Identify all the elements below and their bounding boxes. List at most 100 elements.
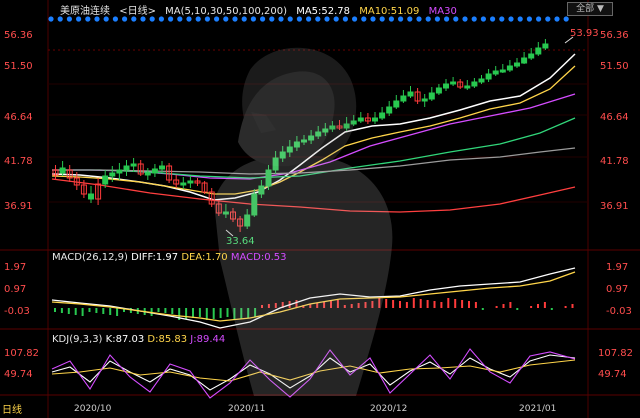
high-price-label: 53.93 xyxy=(570,28,599,39)
price-tick-left: 41.78 xyxy=(4,156,33,167)
macd-hist-bar xyxy=(95,308,98,313)
price-tick-left: 36.91 xyxy=(4,201,33,212)
daily-tab[interactable]: 日线 xyxy=(0,404,38,418)
candle-body xyxy=(130,163,137,167)
signal-dot xyxy=(480,16,486,22)
price-tick-left: 56.36 xyxy=(4,30,33,41)
macd-hist-bar xyxy=(502,304,505,308)
signal-dot xyxy=(453,16,459,22)
full-view-button[interactable]: 全部 ▼ xyxy=(567,2,613,16)
signal-dot xyxy=(131,16,137,22)
candle-body xyxy=(59,167,66,174)
macd-tick-left: 1.97 xyxy=(4,262,27,273)
signal-dot xyxy=(526,16,533,22)
signal-dot xyxy=(48,16,54,22)
macd-hist-bar xyxy=(564,306,567,308)
candle-body xyxy=(386,106,393,114)
macd-hist-bar xyxy=(198,308,201,317)
macd-tick-left: 0.97 xyxy=(4,284,27,295)
kdj-j: J:89.44 xyxy=(190,334,226,345)
macd-hist-bar xyxy=(205,308,208,320)
macd-hist-bar xyxy=(74,308,77,315)
signal-dot xyxy=(214,16,220,22)
candle-body xyxy=(435,87,442,94)
symbol-title: 美原油连续 xyxy=(60,6,110,17)
candle-body xyxy=(116,169,123,174)
macd-tick-left: -0.03 xyxy=(4,306,30,317)
time-label-3: 2020/12 xyxy=(370,404,408,414)
macd-hist-bar xyxy=(171,308,174,314)
candle-body xyxy=(478,78,485,83)
signal-dot xyxy=(444,16,450,22)
signal-dot xyxy=(66,16,72,22)
macd-tick-right: 1.97 xyxy=(606,262,629,273)
macd-hist-bar xyxy=(481,308,484,310)
signal-dot xyxy=(434,16,440,22)
signal-dot xyxy=(140,16,146,22)
macd-hist-bar xyxy=(433,301,436,308)
chart-stage: 53.93 33.64 美原油连续 <日线> MA(5,10,30,50,100… xyxy=(0,0,640,418)
macd-diff: DIFF:1.97 xyxy=(131,252,179,263)
signal-dot xyxy=(352,16,358,22)
macd-hist-bar xyxy=(509,302,512,308)
time-label-4: 2021/01 xyxy=(519,404,557,414)
signal-dot xyxy=(278,16,284,22)
signal-dot xyxy=(342,16,348,22)
signal-dot xyxy=(250,16,256,22)
macd-hist-bar xyxy=(164,308,167,313)
candle-body xyxy=(514,62,520,67)
candle-body xyxy=(428,92,435,100)
signal-dot xyxy=(315,16,321,22)
signal-dot xyxy=(158,16,164,22)
ma5-label: MA5:52.78 xyxy=(296,6,351,17)
signal-dot xyxy=(76,16,82,22)
macd-hist-bar xyxy=(440,302,443,308)
signal-dot xyxy=(379,16,385,22)
candle-body xyxy=(372,117,378,122)
candle-body xyxy=(521,57,528,64)
candle-body xyxy=(535,47,542,55)
kdj-header: KDJ(9,3,3) K:87.03 D:85.83 J:89.44 xyxy=(52,334,225,345)
macd-tick-right: 0.97 xyxy=(606,284,629,295)
kdj-tick-left: 107.82 xyxy=(4,348,39,359)
signal-dot xyxy=(398,16,404,22)
macd-hist-bar xyxy=(454,299,457,308)
signal-dot xyxy=(388,16,394,22)
macd-hist-bar xyxy=(426,300,429,308)
macd-title: MACD(26,12,9) xyxy=(52,252,128,263)
signal-dot xyxy=(333,16,339,22)
signal-dot xyxy=(260,16,266,22)
ma30-label: MA30 xyxy=(428,6,457,17)
signal-dot xyxy=(416,16,422,22)
macd-hist-bar xyxy=(102,308,105,314)
candle-body xyxy=(485,73,492,80)
signal-dot xyxy=(223,16,229,22)
macd-tick-right: -0.03 xyxy=(606,306,632,317)
macd-hist-bar xyxy=(219,308,222,318)
signal-dot xyxy=(269,16,275,22)
macd-hist-bar xyxy=(571,304,574,308)
macd-value: MACD:0.53 xyxy=(230,252,287,263)
price-tick-right: 56.36 xyxy=(600,30,629,41)
candle-body xyxy=(151,168,158,174)
signal-dot xyxy=(232,16,238,22)
candle-body xyxy=(109,172,116,177)
candle-body xyxy=(499,69,506,73)
price-tick-right: 46.64 xyxy=(600,112,629,123)
macd-hist-bar xyxy=(116,308,119,316)
price-tick-left: 46.64 xyxy=(4,112,33,123)
signal-dot xyxy=(471,16,477,22)
signal-dot xyxy=(186,16,192,22)
signal-dot xyxy=(85,16,91,22)
kdj-tick-right: 49.74 xyxy=(598,369,627,380)
signal-dot xyxy=(508,16,514,22)
macd-dea: DEA:1.70 xyxy=(181,252,228,263)
signal-dot xyxy=(149,16,155,22)
macd-hist-bar xyxy=(385,299,388,308)
signal-dot xyxy=(361,16,367,22)
signal-dot xyxy=(425,16,431,22)
kdj-title: KDJ(9,3,3) xyxy=(52,334,103,345)
macd-hist-bar xyxy=(516,308,519,310)
macd-hist-bar xyxy=(461,300,464,308)
macd-hist-bar xyxy=(226,308,229,317)
